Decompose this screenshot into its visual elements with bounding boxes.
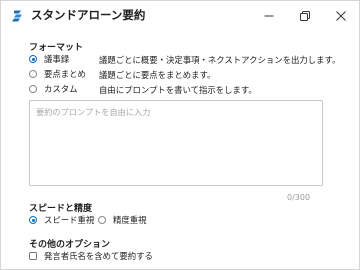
format-option-custom[interactable]: カスタム bbox=[29, 82, 78, 96]
title-bar: スタンドアローン要約 bbox=[1, 1, 359, 29]
format-option-label: 議事録 bbox=[44, 54, 70, 64]
format-option-description: 議題ごとに概要・決定事項・ネクストアクションを出力します。 bbox=[99, 55, 341, 65]
include-speaker-option[interactable]: 発言者氏名を含めて要約する bbox=[29, 249, 153, 263]
close-button[interactable] bbox=[323, 1, 359, 29]
summary-window: スタンドアローン要約 フォーマット 議事録 議題ごとに概要・決定事項・ネクストア… bbox=[0, 0, 360, 270]
include-speaker-label: 発言者氏名を含めて要約する bbox=[44, 251, 153, 261]
minimize-icon bbox=[264, 6, 274, 25]
maximize-button[interactable] bbox=[287, 1, 323, 29]
format-option-key-points[interactable]: 要点まとめ bbox=[29, 67, 86, 81]
format-option-label: 要点まとめ bbox=[44, 69, 86, 79]
format-option-description: 議題ごとに要点をまとめます。 bbox=[99, 70, 216, 80]
format-option-label: カスタム bbox=[44, 84, 78, 94]
format-option-description: 自由にプロンプトを書いて指示をします。 bbox=[99, 85, 257, 95]
radio-button[interactable] bbox=[98, 216, 106, 224]
app-logo-icon bbox=[11, 8, 25, 22]
prompt-input[interactable] bbox=[29, 100, 323, 186]
radio-button[interactable] bbox=[29, 216, 37, 224]
window-title: スタンドアローン要約 bbox=[31, 8, 146, 22]
radio-button[interactable] bbox=[29, 70, 37, 78]
restore-icon bbox=[300, 6, 310, 25]
close-icon bbox=[336, 6, 346, 25]
speed-option-label: スピード重視 bbox=[44, 215, 95, 225]
radio-button[interactable] bbox=[29, 55, 37, 63]
minimize-button[interactable] bbox=[251, 1, 287, 29]
speed-option-accuracy[interactable]: 精度重視 bbox=[98, 213, 147, 227]
character-counter: 0/300 bbox=[287, 193, 311, 202]
speed-option-speed[interactable]: スピード重視 bbox=[29, 213, 94, 227]
checkbox[interactable] bbox=[29, 252, 37, 260]
radio-button[interactable] bbox=[29, 85, 37, 93]
speed-option-label: 精度重視 bbox=[113, 215, 147, 225]
format-option-minutes[interactable]: 議事録 bbox=[29, 52, 69, 66]
